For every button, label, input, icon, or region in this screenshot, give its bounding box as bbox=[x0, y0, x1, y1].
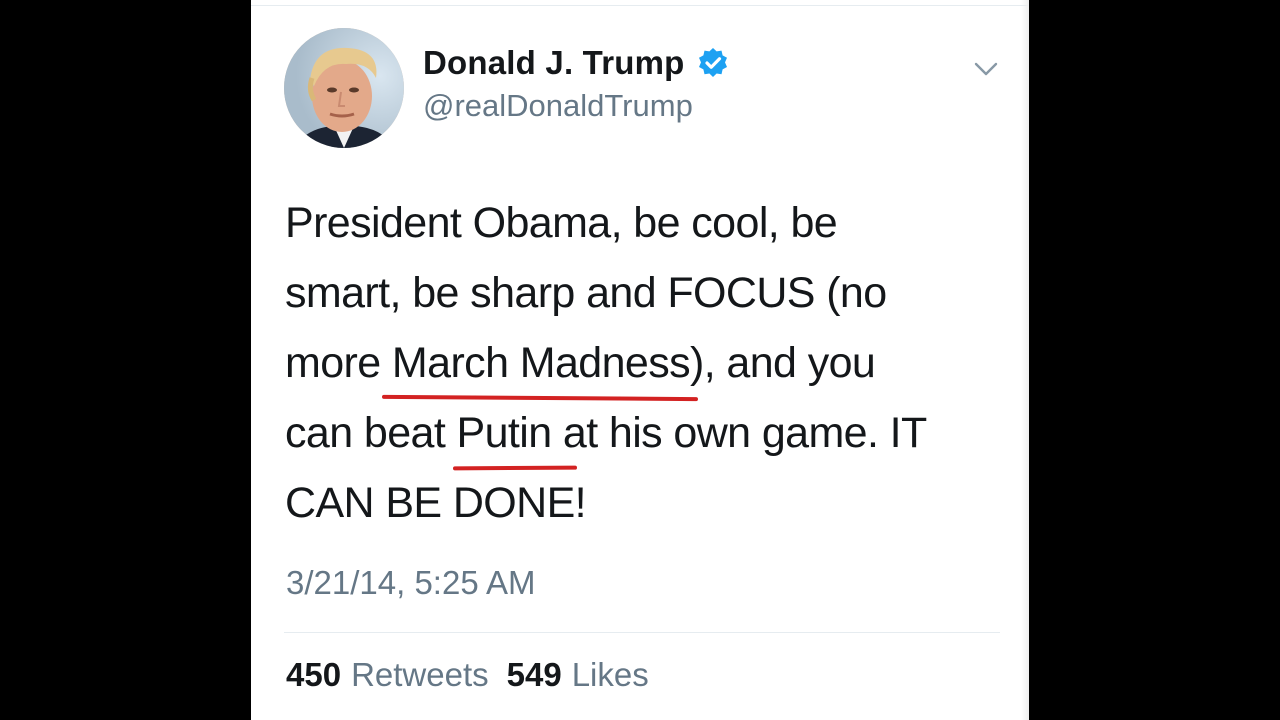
tweet-line: more March Madness), and you bbox=[285, 328, 1005, 402]
tweet-text: President Obama, be cool, be smart, be s… bbox=[285, 188, 1005, 538]
top-border bbox=[251, 5, 1029, 6]
tweet-text-segment: smart, be sharp and FOCUS (no bbox=[285, 269, 887, 317]
tweet-line: can beat Putin at his own game. IT bbox=[285, 398, 1005, 471]
retweets-stat[interactable]: 450 Retweets bbox=[286, 656, 489, 694]
tweet-card: Donald J. Trump @realDonaldTrump Preside… bbox=[251, 0, 1029, 720]
divider bbox=[284, 632, 1000, 633]
tweet-text-segment: ), and you bbox=[690, 339, 876, 387]
tweet-stats: 450 Retweets 549 Likes bbox=[286, 656, 649, 694]
tweet-text-segment: more bbox=[285, 339, 392, 387]
display-name[interactable]: Donald J. Trump bbox=[423, 44, 729, 82]
tweet-text-segment: President Obama, be cool, be bbox=[285, 199, 838, 247]
retweets-label: Retweets bbox=[351, 656, 489, 693]
tweet-text-segment: CAN BE DONE! bbox=[285, 479, 587, 527]
tweet-line: CAN BE DONE! bbox=[285, 468, 1005, 538]
screen-frame: Donald J. Trump @realDonaldTrump Preside… bbox=[0, 0, 1280, 720]
profile-photo-icon bbox=[284, 28, 404, 148]
likes-stat[interactable]: 549 Likes bbox=[507, 656, 649, 694]
tweet-text-segment: Putin bbox=[456, 409, 563, 457]
user-handle[interactable]: @realDonaldTrump bbox=[423, 88, 693, 124]
verified-badge-icon bbox=[698, 48, 727, 77]
retweets-count: 450 bbox=[286, 656, 342, 693]
chevron-down-icon[interactable] bbox=[973, 56, 999, 82]
display-name-text: Donald J. Trump bbox=[423, 44, 685, 81]
tweet-line: President Obama, be cool, be bbox=[285, 188, 1005, 258]
tweet-text-segment: at his own game. IT bbox=[562, 409, 927, 457]
underlined-phrase-march-madness: March Madness bbox=[381, 339, 699, 402]
likes-label: Likes bbox=[571, 656, 649, 693]
tweet-text-segment: March Madness bbox=[391, 339, 691, 387]
tweet-text-segment: can beat bbox=[285, 409, 457, 457]
tweet-line: smart, be sharp and FOCUS (no bbox=[285, 258, 1005, 328]
card-edge-shadow bbox=[1021, 0, 1029, 720]
underlined-phrase-putin: Putin bbox=[452, 409, 577, 471]
avatar[interactable] bbox=[284, 28, 404, 148]
likes-count: 549 bbox=[506, 656, 562, 693]
tweet-timestamp[interactable]: 3/21/14, 5:25 AM bbox=[286, 564, 536, 602]
